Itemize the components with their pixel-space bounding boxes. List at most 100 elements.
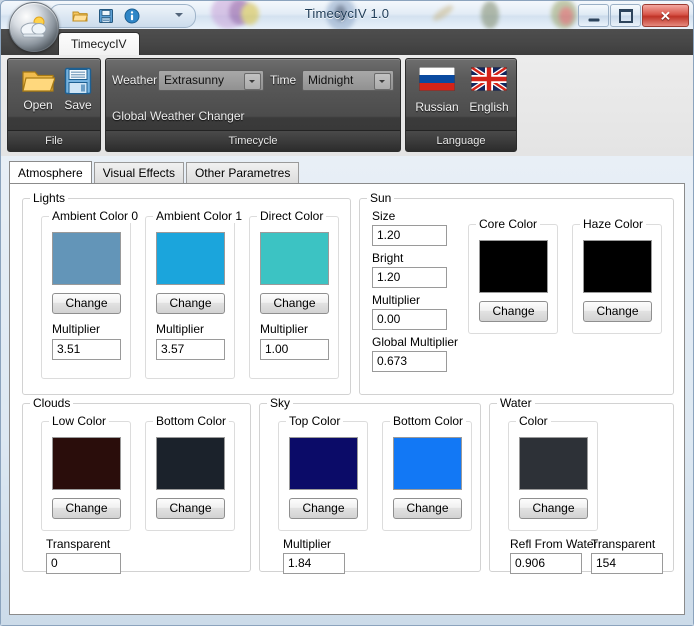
sky-top-color-change-button[interactable]: Change [289,498,358,519]
sky-multiplier-label: Multiplier [283,537,332,551]
russian-flag-icon [418,66,456,92]
clouds-bottom-color: Bottom Color Change [145,414,235,531]
sky-top-color-swatch [289,437,358,490]
group-clouds: Clouds Low Color Change Bottom Color Cha… [22,396,251,574]
chevron-down-icon[interactable] [374,73,391,90]
weather-select[interactable]: Extrasunny [158,70,264,91]
time-select[interactable]: Midnight [302,70,394,91]
clouds-bottom-color-swatch [156,437,225,490]
group-sun-caption: Sun [367,191,395,205]
floppy-disk-icon [64,67,92,95]
clouds-low-color: Low Color Change [41,414,131,531]
time-select-value: Midnight [308,73,354,87]
sun-core-color: Core Color Change [468,217,558,334]
minimize-button[interactable] [578,4,609,27]
close-icon: ✕ [660,8,671,23]
uk-flag-icon [469,64,509,94]
clouds-bottom-color-caption: Bottom Color [153,414,230,428]
direct-color-multiplier-input[interactable]: 1.00 [260,339,329,360]
weather-label: Weather [112,73,158,87]
lights-ambient-color-1: Ambient Color 1 Change Multiplier 3.57 [145,209,246,379]
ribbon-group-file-footer: File [8,130,100,151]
sun-size-input[interactable]: 1.20 [372,225,447,246]
direct-color-caption: Direct Color [257,209,327,223]
english-language-label: English [469,100,509,114]
ambient-color-0-caption: Ambient Color 0 [49,209,142,223]
ambient-color-0-multiplier-input[interactable]: 3.51 [52,339,121,360]
ribbon-tab-timecyciv[interactable]: TimecycIV [58,32,140,55]
russian-language-label: Russian [415,100,459,114]
sun-global-multiplier-input[interactable]: 0.673 [372,351,447,372]
group-sky: Sky Top Color Change Bottom Color Change… [259,396,481,574]
core-color-change-button[interactable]: Change [479,301,548,322]
ribbon-group-language-footer: Language [406,130,516,151]
maximize-button[interactable] [610,4,641,27]
haze-color-change-button[interactable]: Change [583,301,652,322]
ambient-color-0-change-button[interactable]: Change [52,293,121,314]
ribbon-group-language: Russian English Language [405,58,517,152]
sky-bottom-color-caption: Bottom Color [390,414,467,428]
tab-page-atmosphere: Lights Ambient Color 0 Change Multiplier… [9,183,685,615]
core-color-caption: Core Color [476,217,541,231]
clouds-bottom-color-change-button[interactable]: Change [156,498,225,519]
chevron-down-icon[interactable] [244,73,261,90]
direct-color-multiplier-label: Multiplier [260,322,309,336]
group-clouds-caption: Clouds [30,396,74,410]
water-color: Color Change [508,414,598,531]
english-language-button[interactable]: English [460,64,518,125]
ribbon-tab-row: TimecycIV [1,29,693,55]
weather-cloud-sun-icon [20,16,47,38]
water-transparent-label: Transparent [591,537,656,551]
haze-color-swatch [583,240,652,293]
sky-top-color: Top Color Change [278,414,368,531]
sun-global-multiplier-label: Global Multiplier [372,335,459,349]
tab-atmosphere[interactable]: Atmosphere [9,161,92,185]
sun-bright-label: Bright [372,251,404,265]
content-area: Atmosphere Visual Effects Other Parametr… [1,156,693,625]
time-label: Time [270,73,297,87]
group-water-caption: Water [497,396,535,410]
sky-bottom-color-swatch [393,437,462,490]
sun-multiplier-input[interactable]: 0.00 [372,309,447,330]
save-button[interactable]: Save [52,65,104,127]
group-lights-caption: Lights [30,191,69,205]
sun-bright-input[interactable]: 1.20 [372,267,447,288]
tab-visual-effects[interactable]: Visual Effects [93,162,184,184]
direct-color-swatch [260,232,329,285]
tab-other-parametres[interactable]: Other Parametres [185,162,300,184]
sky-multiplier-input[interactable]: 1.84 [283,553,345,574]
refl-from-water-input[interactable]: 0.906 [510,553,582,574]
ambient-color-1-change-button[interactable]: Change [156,293,225,314]
low-color-change-button[interactable]: Change [52,498,121,519]
ambient-color-1-caption: Ambient Color 1 [153,209,246,223]
water-color-swatch [519,437,588,490]
folder-open-icon [22,71,55,92]
water-color-caption: Color [516,414,551,428]
water-color-change-button[interactable]: Change [519,498,588,519]
group-lights: Lights Ambient Color 0 Change Multiplier… [22,191,351,395]
group-sun: Sun Size 1.20 Bright 1.20 Multiplier 0.0… [359,191,674,395]
lights-ambient-color-0: Ambient Color 0 Change Multiplier 3.51 [41,209,142,379]
sun-multiplier-label: Multiplier [372,293,421,307]
haze-color-caption: Haze Color [580,217,647,231]
low-color-caption: Low Color [49,414,110,428]
direct-color-change-button[interactable]: Change [260,293,329,314]
clouds-transparent-input[interactable]: 0 [46,553,121,574]
ambient-color-1-multiplier-input[interactable]: 3.57 [156,339,225,360]
core-color-swatch [479,240,548,293]
low-color-swatch [52,437,121,490]
sky-bottom-color-change-button[interactable]: Change [393,498,462,519]
sky-bottom-color: Bottom Color Change [382,414,472,531]
russian-language-button[interactable]: Russian [408,66,466,125]
sun-haze-color: Haze Color Change [572,217,662,334]
water-transparent-input[interactable]: 154 [591,553,663,574]
ribbon-group-file: Open Save File [7,58,101,152]
application-window: TimecycIV 1.0 ✕ TimecycIV Open Save File… [0,0,694,626]
group-sky-caption: Sky [267,396,294,410]
global-weather-changer-label: Global Weather Changer [112,109,245,123]
ribbon-group-timecycle: Weather Extrasunny Time Midnight Global … [105,58,401,152]
window-controls: ✕ [577,4,689,27]
close-button[interactable]: ✕ [642,4,689,27]
application-orb-button[interactable] [9,2,59,52]
weather-select-value: Extrasunny [164,73,225,87]
